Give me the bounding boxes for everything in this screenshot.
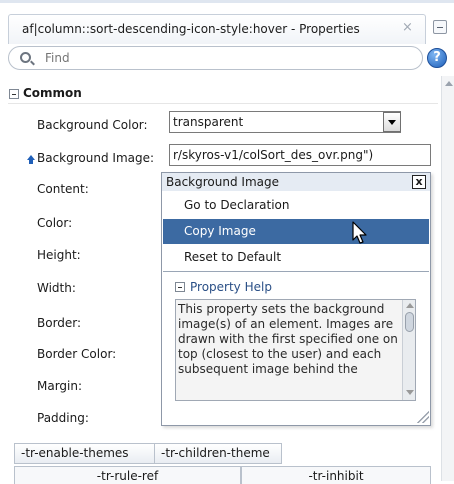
menu-go-to-declaration[interactable]: Go to Declaration bbox=[163, 193, 429, 218]
close-icon[interactable]: × bbox=[402, 20, 413, 35]
property-label-background-image: Background Image: bbox=[37, 151, 155, 165]
property-label-height: Height: bbox=[37, 248, 81, 262]
property-label-background-color: Background Color: bbox=[37, 118, 148, 132]
tab-rule-ref[interactable]: -tr-rule-ref bbox=[14, 466, 241, 484]
find-input[interactable] bbox=[43, 49, 403, 67]
section-common[interactable]: Common bbox=[8, 84, 438, 104]
help-scroll-up-icon[interactable] bbox=[406, 303, 414, 308]
help-scroll-thumb[interactable] bbox=[405, 312, 414, 332]
properties-scrollbar[interactable] bbox=[441, 76, 454, 481]
background-image-field[interactable]: r/skyros-v1/colSort_des_ovr.png") bbox=[169, 144, 431, 166]
modified-indicator-icon bbox=[27, 155, 35, 164]
help-scroll-down-icon[interactable] bbox=[406, 390, 414, 395]
popup-title: Background Image bbox=[166, 175, 279, 189]
property-label-width: Width: bbox=[37, 281, 76, 295]
resize-grip-icon[interactable] bbox=[417, 411, 429, 423]
property-help-collapse-icon[interactable] bbox=[175, 282, 185, 292]
minimize-button[interactable] bbox=[433, 20, 447, 34]
help-scrollbar[interactable] bbox=[402, 300, 415, 400]
collapse-icon[interactable] bbox=[9, 89, 19, 99]
mouse-cursor-icon bbox=[352, 221, 367, 244]
section-common-label: Common bbox=[23, 86, 82, 100]
property-label-color: Color: bbox=[37, 216, 73, 230]
find-search-box[interactable] bbox=[8, 46, 423, 70]
menu-reset-to-default[interactable]: Reset to Default bbox=[163, 245, 429, 270]
property-label-border-color: Border Color: bbox=[37, 347, 117, 361]
tab-inhibit[interactable]: -tr-inhibit bbox=[241, 466, 431, 484]
property-help-label: Property Help bbox=[190, 280, 272, 294]
title-bar: af|column::sort-descending-icon-style:ho… bbox=[0, 0, 454, 45]
scroll-up-icon[interactable] bbox=[445, 81, 453, 86]
background-color-field[interactable]: transparent bbox=[169, 111, 401, 133]
popup-close-icon[interactable]: x bbox=[412, 175, 426, 189]
menu-separator bbox=[163, 271, 429, 272]
property-label-content: Content: bbox=[37, 182, 89, 196]
menu-copy-image[interactable]: Copy Image bbox=[163, 219, 429, 244]
popup-header: Background Image x bbox=[162, 173, 430, 191]
children-theme-button[interactable]: -tr-children-theme bbox=[154, 443, 282, 464]
background-image-popup: Background Image x Go to Declaration Cop… bbox=[161, 172, 431, 426]
help-button[interactable]: ? bbox=[427, 48, 447, 68]
search-icon bbox=[20, 52, 31, 63]
window-title: af|column::sort-descending-icon-style:ho… bbox=[22, 22, 360, 36]
property-label-padding: Padding: bbox=[37, 411, 89, 425]
property-help-text-area: This property sets the background image(… bbox=[175, 299, 416, 401]
background-color-dropdown-icon[interactable] bbox=[383, 112, 401, 132]
property-label-border: Border: bbox=[37, 316, 82, 330]
property-help-text: This property sets the background image(… bbox=[178, 302, 398, 376]
property-label-margin: Margin: bbox=[37, 379, 83, 393]
title-bar-accent bbox=[0, 0, 454, 3]
enable-themes-button[interactable]: -tr-enable-themes bbox=[14, 443, 155, 464]
